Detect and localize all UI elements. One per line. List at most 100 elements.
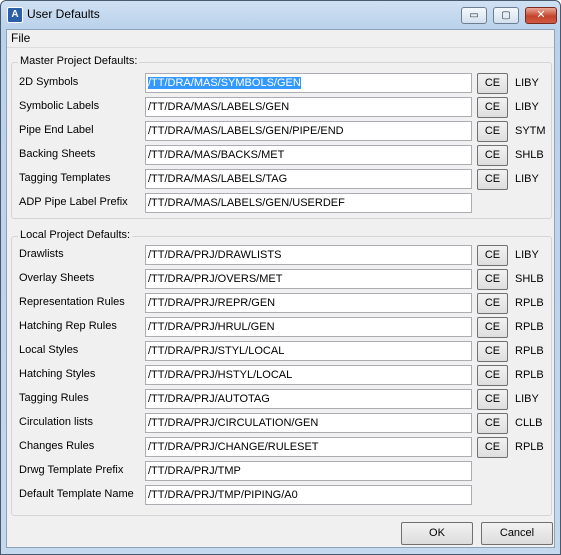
field-label: Changes Rules [19,440,95,452]
tagging-rules-input[interactable]: /TT/DRA/PRJ/AUTOTAG [145,389,472,409]
element-type-code: LIBY [515,77,539,89]
input-value: /TT/DRA/PRJ/CIRCULATION/GEN [148,417,319,429]
pipe-end-label-input[interactable]: /TT/DRA/MAS/LABELS/GEN/PIPE/END [145,121,472,141]
element-type-code: SYTM [515,125,546,137]
hatching-styles-input[interactable]: /TT/DRA/PRJ/HSTYL/LOCAL [145,365,472,385]
input-value: /TT/DRA/PRJ/STYL/LOCAL [148,345,285,357]
field-row-backing-sheets: Backing Sheets/TT/DRA/MAS/BACKS/MET CE SHL… [12,143,553,167]
element-type-code: LIBY [515,393,539,405]
local-styles-input[interactable]: /TT/DRA/PRJ/STYL/LOCAL [145,341,472,361]
field-row-drwg-template-prefix: Drwg Template Prefix/TT/DRA/PRJ/TMP [12,459,553,483]
drwg-template-prefix-input[interactable]: /TT/DRA/PRJ/TMP [145,461,472,481]
field-label: Drawlists [19,248,64,260]
window-title: User Defaults [27,7,100,21]
tagging-templates-input[interactable]: /TT/DRA/MAS/LABELS/TAG [145,169,472,189]
backing-sheets-input[interactable]: /TT/DRA/MAS/BACKS/MET [145,145,472,165]
master-project-defaults-group: Master Project Defaults: 2D Symbols/TT/D… [11,55,553,219]
field-label: Tagging Templates [19,172,111,184]
adp-pipe-label-prefix-input[interactable]: /TT/DRA/MAS/LABELS/GEN/USERDEF [145,193,472,213]
field-row-tagging-rules: Tagging Rules/TT/DRA/PRJ/AUTOTAG CE LIBY [12,387,553,411]
input-value: /TT/DRA/MAS/LABELS/GEN/PIPE/END [148,125,344,137]
group-title: Local Project Defaults: [18,229,133,241]
symbolic-labels-input[interactable]: /TT/DRA/MAS/LABELS/GEN [145,97,472,117]
field-label: Drwg Template Prefix [19,464,124,476]
element-type-code: CLLB [515,417,543,429]
ce-button[interactable]: CE [477,169,508,190]
field-label: 2D Symbols [19,76,79,88]
field-label: Hatching Rep Rules [19,320,117,332]
changes-rules-input[interactable]: /TT/DRA/PRJ/CHANGE/RULESET [145,437,472,457]
field-label: Overlay Sheets [19,272,95,284]
field-row-tagging-templates: Tagging Templates/TT/DRA/MAS/LABELS/TAG C… [12,167,553,191]
field-row-adp-pipe-label-prefix: ADP Pipe Label Prefix/TT/DRA/MAS/LABELS/… [12,191,553,215]
ce-button[interactable]: CE [477,245,508,266]
input-value: /TT/DRA/PRJ/TMP [148,465,241,477]
user-defaults-window: A User Defaults ▭ ▢ ✕ File Master Projec… [0,0,561,555]
default-template-name-input[interactable]: /TT/DRA/PRJ/TMP/PIPING/A0 [145,485,472,505]
circulation-lists-input[interactable]: /TT/DRA/PRJ/CIRCULATION/GEN [145,413,472,433]
input-value: /TT/DRA/PRJ/CHANGE/RULESET [148,441,319,453]
element-type-code: LIBY [515,249,539,261]
input-value: /TT/DRA/MAS/LABELS/TAG [148,173,288,185]
field-label: Circulation lists [19,416,93,428]
field-label: ADP Pipe Label Prefix [19,196,128,208]
hatching-rep-rules-input[interactable]: /TT/DRA/PRJ/HRUL/GEN [145,317,472,337]
title-bar[interactable]: A User Defaults ▭ ▢ ✕ [1,1,560,29]
ce-button[interactable]: CE [477,389,508,410]
ce-button[interactable]: CE [477,97,508,118]
input-value: /TT/DRA/PRJ/AUTOTAG [148,393,270,405]
representation-rules-input[interactable]: /TT/DRA/PRJ/REPR/GEN [145,293,472,313]
ok-button[interactable]: OK [401,522,473,545]
field-row-pipe-end-label: Pipe End Label/TT/DRA/MAS/LABELS/GEN/PIP… [12,119,553,143]
field-row-default-template-name: Default Template Name/TT/DRA/PRJ/TMP/PIP… [12,483,553,507]
field-row-overlay-sheets: Overlay Sheets/TT/DRA/PRJ/OVERS/MET CE SHL… [12,267,553,291]
ce-button[interactable]: CE [477,73,508,94]
ce-button[interactable]: CE [477,293,508,314]
close-button[interactable]: ✕ [525,7,557,24]
field-label: Hatching Styles [19,368,96,380]
input-value: /TT/DRA/PRJ/REPR/GEN [148,297,276,309]
ce-button[interactable]: CE [477,413,508,434]
menu-bar: File [7,30,554,48]
maximize-button[interactable]: ▢ [493,7,519,24]
minimize-button[interactable]: ▭ [461,7,487,24]
field-row-hatching-rep-rules: Hatching Rep Rules/TT/DRA/PRJ/HRUL/GEN CE… [12,315,553,339]
field-row-symbolic-labels: Symbolic Labels/TT/DRA/MAS/LABELS/GEN CE L… [12,95,553,119]
input-value: /TT/DRA/PRJ/TMP/PIPING/A0 [148,489,298,501]
element-type-code: SHLB [515,273,544,285]
field-row-hatching-styles: Hatching Styles/TT/DRA/PRJ/HSTYL/LOCAL CE… [12,363,553,387]
ce-button[interactable]: CE [477,121,508,142]
2d-symbols-input[interactable]: /TT/DRA/MAS/SYMBOLS/GEN [145,73,472,93]
field-row-2d-symbols: 2D Symbols/TT/DRA/MAS/SYMBOLS/GEN CE LIBY [12,71,553,95]
element-type-code: LIBY [515,173,539,185]
element-type-code: RPLB [515,369,544,381]
ce-button[interactable]: CE [477,365,508,386]
ce-button[interactable]: CE [477,341,508,362]
menu-file[interactable]: File [11,31,30,45]
field-label: Representation Rules [19,296,125,308]
field-row-drawlists: Drawlists/TT/DRA/PRJ/DRAWLISTS CE LIBY [12,243,553,267]
local-project-defaults-group: Local Project Defaults: Drawlists/TT/DRA… [11,229,553,516]
input-value: /TT/DRA/MAS/BACKS/MET [148,149,285,161]
input-value: /TT/DRA/MAS/LABELS/GEN/USERDEF [148,197,345,209]
element-type-code: LIBY [515,101,539,113]
cancel-button[interactable]: Cancel [481,522,553,545]
field-label: Pipe End Label [19,124,94,136]
field-label: Backing Sheets [19,148,96,160]
app-icon: A [7,7,23,23]
drawlists-input[interactable]: /TT/DRA/PRJ/DRAWLISTS [145,245,472,265]
dialog-body: File Master Project Defaults: 2D Symbols… [6,29,555,548]
ce-button[interactable]: CE [477,437,508,458]
element-type-code: RPLB [515,297,544,309]
input-value: /TT/DRA/PRJ/DRAWLISTS [148,249,282,261]
ce-button[interactable]: CE [477,317,508,338]
input-value: /TT/DRA/PRJ/OVERS/MET [148,273,283,285]
element-type-code: RPLB [515,345,544,357]
input-value: /TT/DRA/MAS/LABELS/GEN [148,101,290,113]
field-label: Local Styles [19,344,79,356]
ce-button[interactable]: CE [477,269,508,290]
input-value: /TT/DRA/MAS/SYMBOLS/GEN [148,77,301,89]
element-type-code: RPLB [515,441,544,453]
overlay-sheets-input[interactable]: /TT/DRA/PRJ/OVERS/MET [145,269,472,289]
ce-button[interactable]: CE [477,145,508,166]
